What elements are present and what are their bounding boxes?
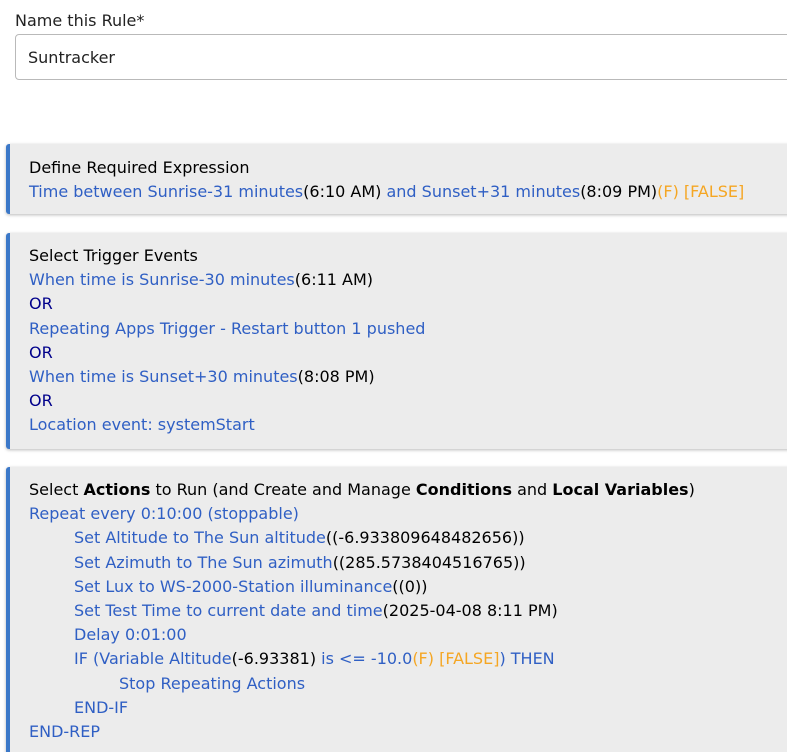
- action-value: ((-6.933809648482656)): [325, 528, 525, 548]
- actions-header-part: Local Variables: [552, 480, 689, 499]
- expression-state-f: (F): [657, 182, 679, 202]
- if-end[interactable]: ) THEN: [499, 649, 554, 668]
- actions-panel[interactable]: Select Actions to Run (and Create and Ma…: [6, 467, 787, 752]
- trigger-event-item[interactable]: When time is Sunrise-30 minutes(6:11 AM): [29, 268, 787, 292]
- action-end-rep[interactable]: END-REP: [29, 720, 787, 744]
- action-set-azimuth[interactable]: Set Azimuth to The Sun azimuth((285.5738…: [29, 551, 787, 575]
- trigger-events-panel[interactable]: Select Trigger Events When time is Sunri…: [6, 233, 787, 449]
- if-operator[interactable]: is <= -10.0: [316, 649, 412, 668]
- actions-header-part: Actions: [83, 480, 151, 499]
- expression-end-time: (8:09 PM): [580, 182, 658, 202]
- action-set-altitude[interactable]: Set Altitude to The Sun altitude((-6.933…: [29, 526, 787, 550]
- action-set-lux[interactable]: Set Lux to WS-2000-Station illuminance((…: [29, 575, 787, 599]
- trigger-or-separator: OR: [29, 294, 53, 314]
- action-text[interactable]: Set Test Time to current date and time: [74, 601, 383, 620]
- required-expression-header: Define Required Expression: [29, 158, 250, 177]
- trigger-event-item[interactable]: Repeating Apps Trigger - Restart button …: [29, 317, 787, 341]
- rule-name-input[interactable]: [16, 35, 787, 79]
- expression-and: and: [381, 182, 422, 202]
- trigger-event-item[interactable]: Location event: systemStart: [29, 413, 787, 437]
- expression-start-condition[interactable]: Time between Sunrise-31 minutes: [29, 182, 303, 201]
- if-start[interactable]: IF (Variable Altitude: [74, 649, 232, 668]
- action-end-if[interactable]: END-IF: [29, 696, 787, 720]
- action-text[interactable]: Set Altitude to The Sun altitude: [74, 528, 326, 547]
- trigger-or-separator: OR: [29, 391, 53, 411]
- action-set-test-time[interactable]: Set Test Time to current date and time(2…: [29, 599, 787, 623]
- required-expression-line[interactable]: Time between Sunrise-31 minutes(6:10 AM)…: [29, 180, 787, 204]
- expression-state-false: [FALSE]: [678, 182, 745, 202]
- expression-start-time: (6:10 AM): [303, 182, 382, 202]
- actions-header-part: and: [511, 480, 553, 499]
- expression-end-condition[interactable]: Sunset+31 minutes: [422, 182, 581, 201]
- trigger-event-text[interactable]: When time is Sunset+30 minutes: [29, 367, 298, 386]
- action-repeat[interactable]: Repeat every 0:10:00 (stoppable): [29, 502, 787, 526]
- action-text[interactable]: Set Lux to WS-2000-Station illuminance: [74, 577, 392, 596]
- rule-editor-page: Name this Rule* Define Required Expressi…: [0, 0, 787, 752]
- required-expression-panel[interactable]: Define Required Expression Time between …: [6, 144, 787, 214]
- action-stop-repeating[interactable]: Stop Repeating Actions: [29, 672, 787, 696]
- if-value: (-6.93381): [231, 649, 317, 669]
- trigger-events-header: Select Trigger Events: [29, 246, 198, 265]
- rule-name-field-container[interactable]: [15, 34, 787, 80]
- actions-header-part: to Run (and Create and Manage: [150, 480, 416, 499]
- action-value: ((285.5738404516765)): [332, 552, 526, 572]
- trigger-or-separator: OR: [29, 342, 53, 362]
- trigger-event-text[interactable]: Repeating Apps Trigger - Restart button …: [29, 319, 425, 338]
- action-text[interactable]: Set Azimuth to The Sun azimuth: [74, 553, 333, 572]
- trigger-event-time: (8:08 PM): [297, 366, 375, 386]
- actions-header-part: Select: [29, 480, 84, 499]
- action-value: ((0)): [392, 576, 428, 596]
- rule-name-label: Name this Rule*: [15, 11, 145, 30]
- trigger-event-text[interactable]: Location event: systemStart: [29, 415, 255, 434]
- trigger-event-item[interactable]: When time is Sunset+30 minutes(8:08 PM): [29, 365, 787, 389]
- trigger-event-text[interactable]: When time is Sunrise-30 minutes: [29, 270, 295, 289]
- actions-header-part: ): [688, 480, 695, 499]
- actions-header: Select Actions to Run (and Create and Ma…: [29, 478, 787, 502]
- trigger-event-time: (6:11 AM): [294, 270, 374, 290]
- actions-header-part: Conditions: [415, 480, 512, 499]
- action-if-condition[interactable]: IF (Variable Altitude(-6.93381) is <= -1…: [29, 647, 787, 671]
- if-state-false: [FALSE]: [434, 649, 500, 669]
- if-state-f: (F): [412, 649, 434, 669]
- action-delay[interactable]: Delay 0:01:00: [29, 623, 787, 647]
- action-value: (2025-04-08 8:11 PM): [382, 600, 558, 620]
